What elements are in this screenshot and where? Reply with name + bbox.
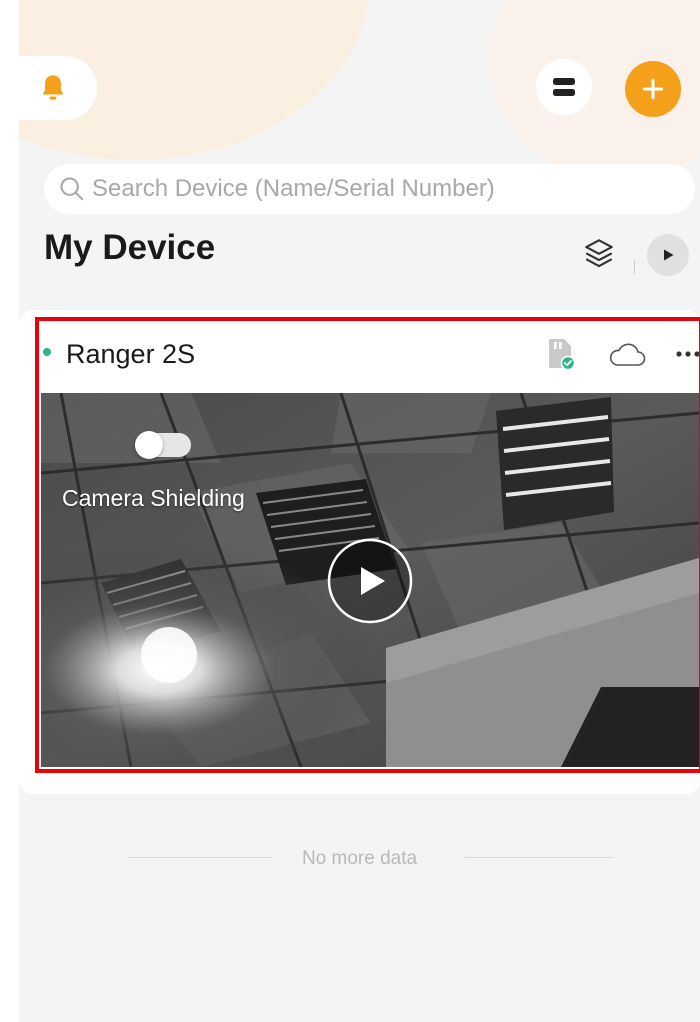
divider <box>634 260 635 274</box>
add-device-button[interactable] <box>625 61 681 117</box>
search-input[interactable]: Search Device (Name/Serial Number) <box>44 164 695 214</box>
app-screen: Search Device (Name/Serial Number) My De… <box>19 0 700 1022</box>
no-more-data-text: No more data <box>301 848 418 869</box>
play-all-button[interactable] <box>647 234 689 276</box>
notifications-button[interactable] <box>19 56 97 120</box>
play-icon <box>664 249 674 261</box>
plus-icon <box>642 78 664 100</box>
highlight-frame <box>35 317 700 773</box>
layers-icon <box>585 239 613 268</box>
menu-icon <box>553 78 575 96</box>
search-placeholder: Search Device (Name/Serial Number) <box>92 175 495 202</box>
layers-button[interactable] <box>582 236 616 270</box>
device-card[interactable]: Ranger 2S Camera Shielding <box>19 310 700 794</box>
page-title: My Device <box>44 228 216 267</box>
bell-icon <box>42 75 64 100</box>
search-icon <box>60 177 84 201</box>
menu-button[interactable] <box>536 59 592 115</box>
list-footer: No more data <box>19 845 700 875</box>
